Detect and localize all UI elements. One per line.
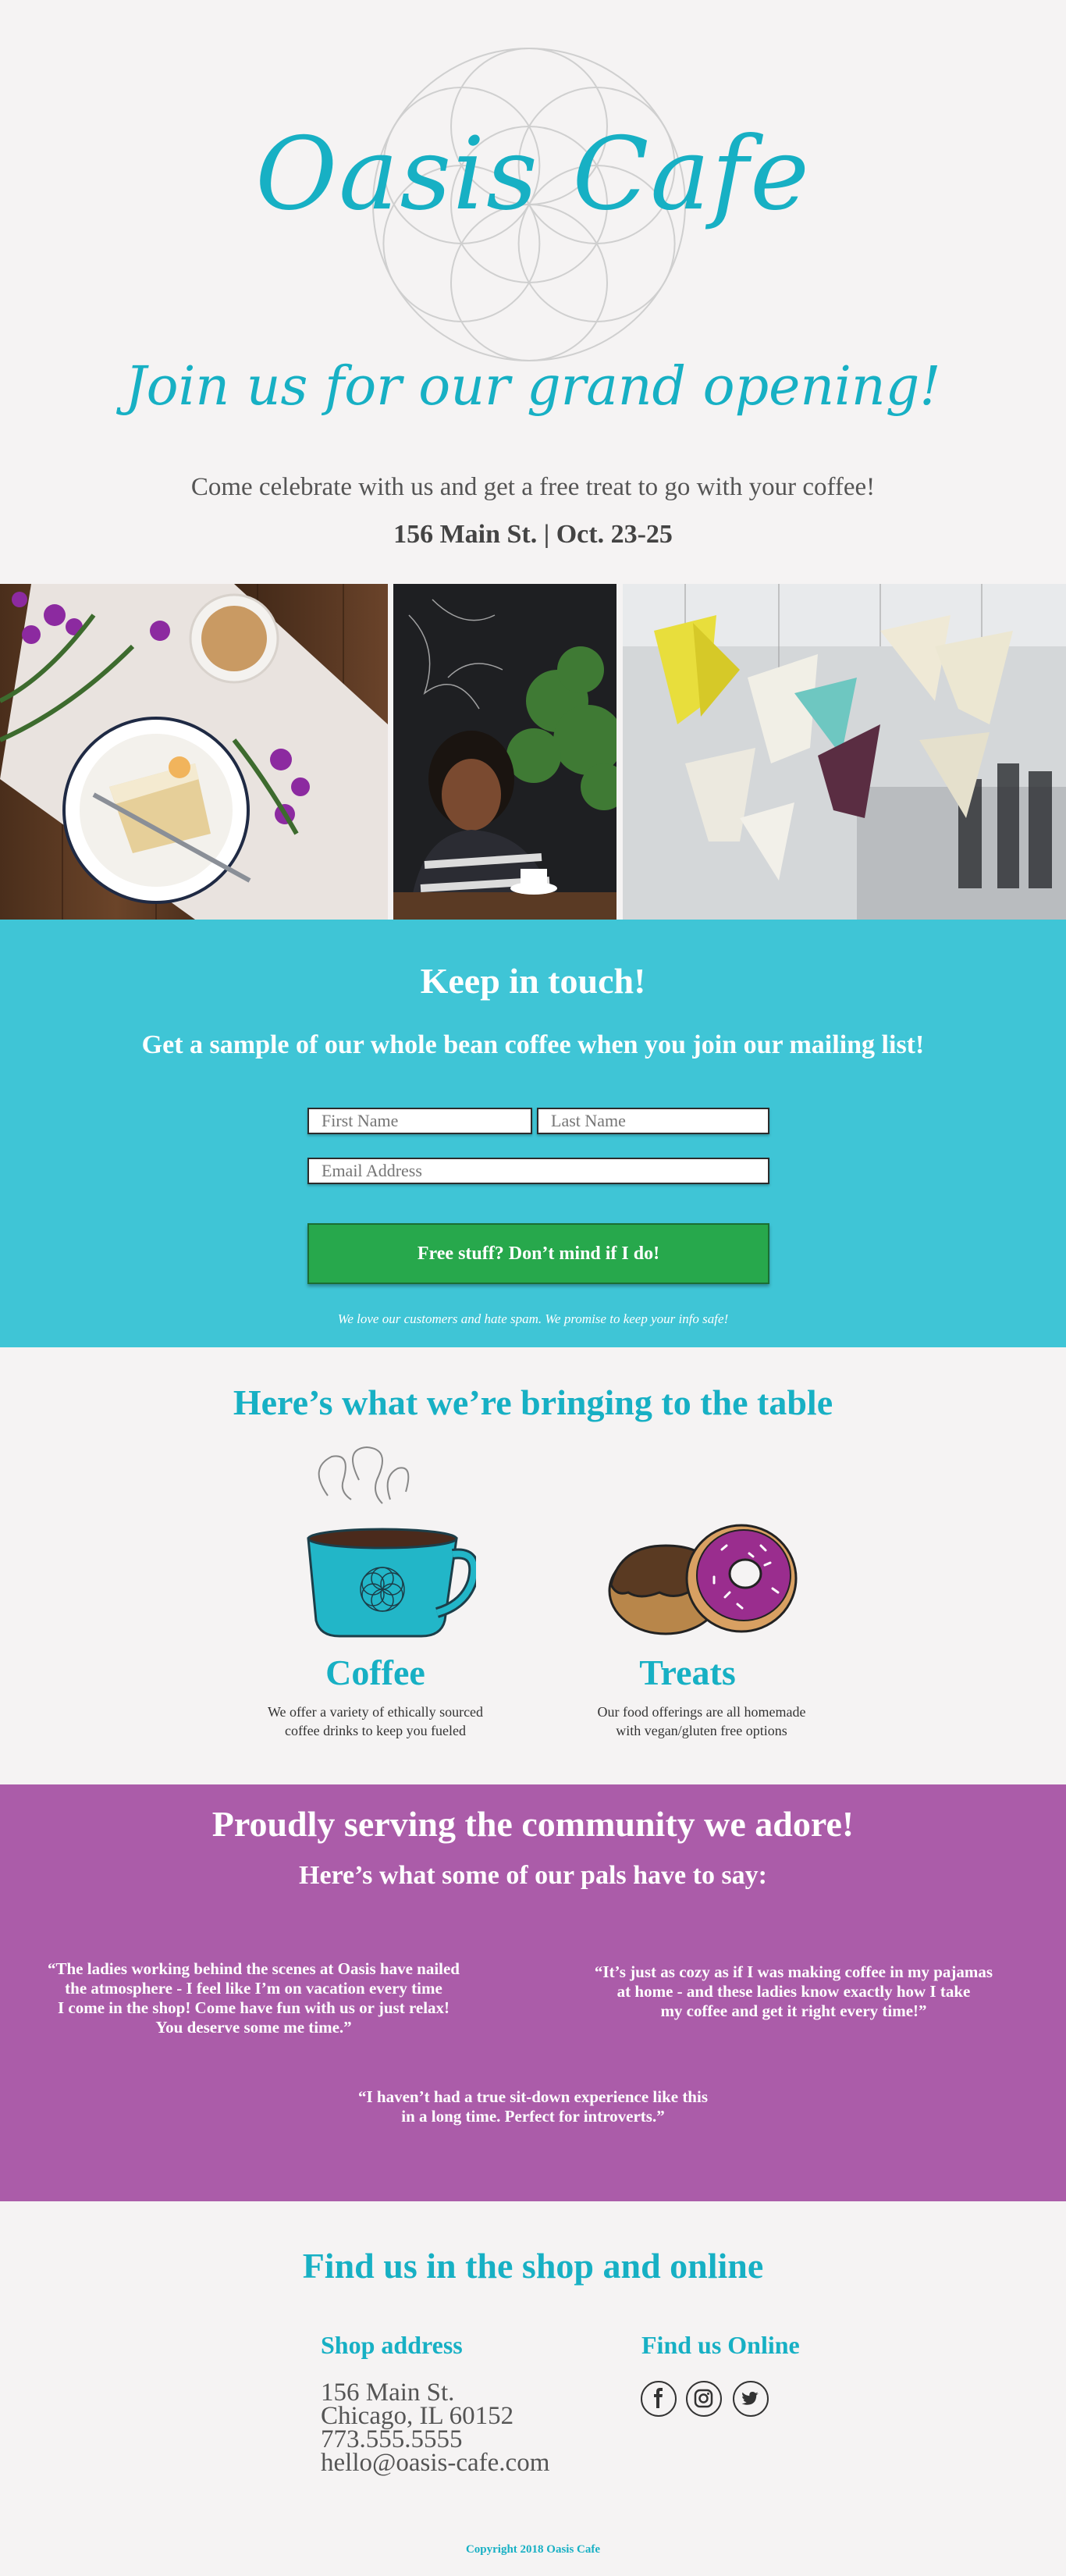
offerings-section: Here’s what we’re bringing to the table: [0, 1347, 1066, 1784]
email-address[interactable]: hello@oasis-cafe.com: [321, 2450, 549, 2476]
last-name-field[interactable]: [537, 1108, 769, 1134]
quote-line: You deserve some me time.”: [155, 2018, 352, 2037]
coffee-cup-icon: [307, 1446, 476, 1638]
instagram-link[interactable]: [686, 2381, 722, 2417]
quote-line: I come in the shop! Come have fun with u…: [57, 1998, 450, 2017]
quote-line: at home - and these ladies know exactly …: [617, 1982, 971, 2001]
testimonial-quote: “It’s just as cozy as if I was making co…: [556, 1962, 1032, 2021]
find-us-title: Find us in the shop and online: [302, 2246, 764, 2286]
facebook-link[interactable]: [641, 2381, 677, 2417]
event-details: 156 Main St. | Oct. 23-25: [393, 520, 673, 549]
coffee-description-line: We offer a variety of ethically sourced: [267, 1704, 484, 1720]
donuts-icon: [608, 1524, 798, 1635]
treats-description: Our food offerings are all homemade with…: [538, 1703, 865, 1740]
instagram-icon: [694, 2389, 713, 2408]
signup-submit-button[interactable]: Free stuff? Don’t mind if I do!: [307, 1223, 769, 1284]
twitter-link[interactable]: [733, 2381, 769, 2417]
first-name-field[interactable]: [307, 1108, 532, 1134]
coffee-description: We offer a variety of ethically sourced …: [211, 1703, 539, 1740]
testimonials-title: Proudly serving the community we adore!: [211, 1804, 855, 1844]
woman-in-cafe-photo: [393, 584, 617, 920]
brand-name: Oasis Cafe: [255, 116, 811, 233]
coffee-heading: Coffee: [325, 1653, 425, 1692]
testimonial-quote: “The ladies working behind the scenes at…: [31, 1959, 476, 2037]
address-city: Chicago, IL 60152: [321, 2402, 514, 2430]
hero-section: Oasis Cafe Join us for our grand opening…: [0, 0, 1066, 584]
phone-number[interactable]: 773.555.5555: [321, 2427, 463, 2453]
shop-address-heading: Shop address: [321, 2331, 463, 2359]
facebook-icon: [654, 2388, 663, 2408]
email-field[interactable]: [307, 1158, 769, 1184]
signup-subtitle: Get a sample of our whole bean coffee wh…: [141, 1030, 925, 1059]
quote-line: “I haven’t had a true sit-down experienc…: [358, 2087, 708, 2106]
copyright-text: Copyright 2018 Oasis Cafe: [465, 2543, 601, 2556]
find-us-section: Find us in the shop and online Shop addr…: [0, 2201, 1066, 2576]
quote-line: my coffee and get it right every time!”: [660, 2001, 927, 2020]
treats-description-line: Our food offerings are all homemade: [597, 1704, 806, 1720]
grand-opening-heading: Join us for our grand opening!: [125, 356, 941, 418]
address-street: 156 Main St.: [321, 2379, 455, 2407]
privacy-note: We love our customers and hate spam. We …: [337, 1311, 729, 1326]
cake-and-coffee-photo: [0, 584, 388, 920]
testimonial-quote: “I haven’t had a true sit-down experienc…: [328, 2087, 738, 2126]
quote-line: “The ladies working behind the scenes at…: [48, 1959, 460, 1978]
twitter-icon: [741, 2392, 759, 2405]
testimonials-subtitle: Here’s what some of our pals have to say…: [299, 1861, 767, 1890]
treats-heading: Treats: [639, 1653, 736, 1692]
offerings-title: Here’s what we’re bringing to the table: [233, 1382, 833, 1422]
quote-line: “It’s just as cozy as if I was making co…: [594, 1962, 993, 1981]
treats-description-line: with vegan/gluten free options: [616, 1723, 787, 1738]
origami-birds-photo: [623, 584, 1066, 920]
mailing-list-section: Keep in touch! Get a sample of our whole…: [0, 920, 1066, 1347]
signup-title: Keep in touch!: [420, 961, 646, 1001]
hero-subheading: Come celebrate with us and get a free tr…: [190, 473, 876, 501]
find-online-heading: Find us Online: [641, 2331, 800, 2359]
coffee-description-line: coffee drinks to keep you fueled: [284, 1723, 467, 1738]
quote-line: the atmosphere - I feel like I’m on vaca…: [65, 1979, 442, 1998]
quote-line: in a long time. Perfect for introverts.”: [401, 2107, 665, 2126]
testimonials-section: Proudly serving the community we adore! …: [0, 1784, 1066, 2201]
